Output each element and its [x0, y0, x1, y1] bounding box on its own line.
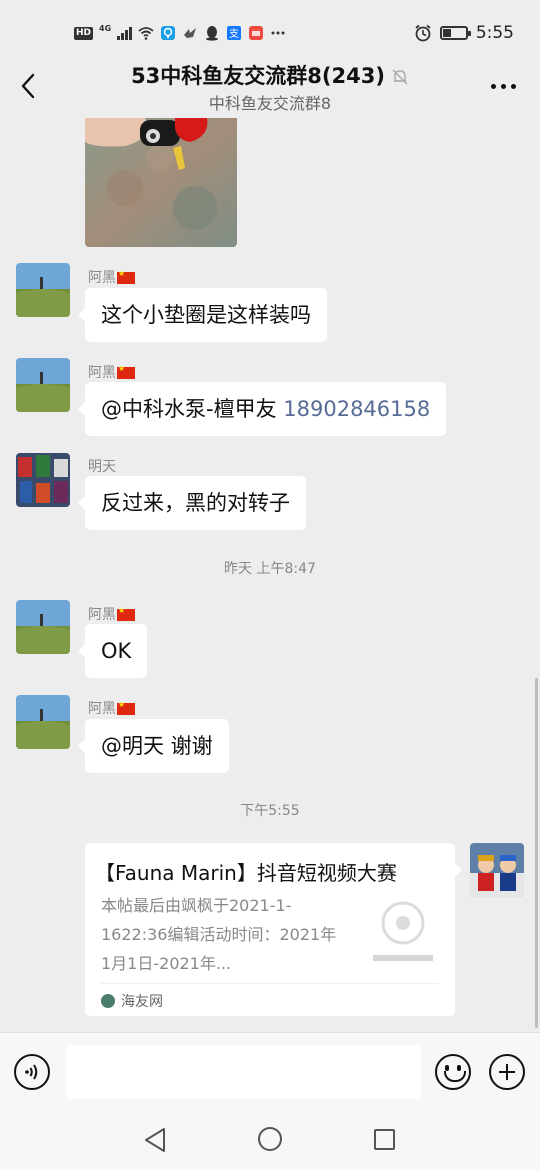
- battery-icon: [439, 26, 471, 40]
- card-title: 【Fauna Marin】抖音短视频大赛: [95, 861, 397, 885]
- photo-washer-image: [85, 118, 237, 247]
- network-type: 4G: [99, 23, 112, 33]
- status-bar: HD 4G 支 5:55: [0, 0, 540, 62]
- red-app-icon: [249, 26, 264, 40]
- system-nav-bar: [0, 1112, 540, 1170]
- avatar[interactable]: [16, 358, 70, 412]
- china-flag-icon: [117, 364, 135, 379]
- nav-back-icon[interactable]: [142, 1126, 168, 1154]
- bird-notification-icon: [184, 28, 197, 38]
- image-message[interactable]: [85, 118, 237, 247]
- sender-name: 阿黑: [88, 267, 135, 287]
- sender-name: 阿黑: [88, 362, 135, 382]
- nav-home-icon[interactable]: [258, 1127, 282, 1151]
- card-thumbnail: [373, 901, 433, 961]
- avatar[interactable]: [16, 600, 70, 654]
- input-bar: [0, 1032, 540, 1112]
- china-flag-icon: [117, 269, 135, 284]
- clock: 5:55: [475, 23, 514, 43]
- alarm-icon: [415, 24, 431, 42]
- avatar[interactable]: [16, 453, 70, 507]
- chat-subtitle: 中科鱼友交流群8: [208, 94, 332, 113]
- mention-text: @中科水泵-檀甲友: [101, 397, 284, 421]
- emoji-icon[interactable]: [435, 1054, 471, 1090]
- sender-name: 阿黑: [88, 698, 135, 718]
- message-input[interactable]: [66, 1045, 421, 1099]
- message-bubble[interactable]: 反过来，黑的对转子: [78, 476, 306, 530]
- sender-name: 阿黑: [88, 604, 135, 624]
- card-description: 本帖最后由飒枫于2021-1-1622:36编辑活动时间：2021年1月1日-2…: [101, 896, 337, 973]
- status-icons-left: HD 4G 支: [74, 22, 286, 44]
- avatar[interactable]: [16, 263, 70, 317]
- chat-header: 53中科鱼友交流群8(243) 中科鱼友交流群8: [0, 56, 540, 118]
- card-source: 海友网: [101, 991, 163, 1011]
- timestamp: 下午5:55: [240, 803, 300, 819]
- message-bubble[interactable]: @明天 谢谢: [78, 719, 229, 773]
- chat-messages[interactable]: 阿黑 这个小垫圈是这样装吗 阿黑 @中科水泵-檀甲友 18902846158 明…: [0, 118, 540, 1030]
- timestamp: 昨天 上午8:47: [224, 561, 316, 577]
- svg-text:支: 支: [229, 28, 239, 40]
- message-bubble[interactable]: @中科水泵-檀甲友 18902846158: [77, 382, 447, 436]
- voice-icon[interactable]: [14, 1054, 50, 1090]
- qq-icon: [206, 26, 219, 41]
- more-dots-icon[interactable]: [491, 84, 516, 89]
- my-avatar[interactable]: [470, 843, 524, 897]
- chat-title-text: 53中科鱼友交流群8(243): [131, 64, 385, 88]
- avatar[interactable]: [16, 695, 70, 749]
- china-flag-icon: [117, 606, 135, 621]
- card-divider: [101, 983, 439, 984]
- message-bubble[interactable]: 这个小垫圈是这样装吗: [78, 288, 327, 342]
- hd-badge: HD: [74, 26, 94, 40]
- nav-recent-apps-icon[interactable]: [374, 1129, 395, 1150]
- more-notifications-icon: [271, 31, 285, 35]
- status-icons-right: 5:55: [414, 22, 514, 44]
- wifi-icon: [138, 27, 154, 40]
- signal-icon: [117, 26, 133, 40]
- app-notification-icon: [161, 26, 176, 40]
- china-flag-icon: [117, 700, 135, 715]
- shared-link-card[interactable]: 【Fauna Marin】抖音短视频大赛 本帖最后由飒枫于2021-1-1622…: [85, 843, 462, 1016]
- sender-name: 明天: [88, 459, 116, 475]
- scrollbar[interactable]: [535, 678, 538, 1028]
- phone-link[interactable]: 18902846158: [283, 397, 430, 421]
- plus-icon[interactable]: [489, 1054, 525, 1090]
- alipay-icon: 支: [227, 26, 242, 40]
- bell-off-icon: [392, 69, 408, 85]
- message-bubble[interactable]: OK: [77, 624, 148, 678]
- source-logo-icon: [101, 994, 115, 1008]
- chat-title: 53中科鱼友交流群8(243): [0, 60, 540, 90]
